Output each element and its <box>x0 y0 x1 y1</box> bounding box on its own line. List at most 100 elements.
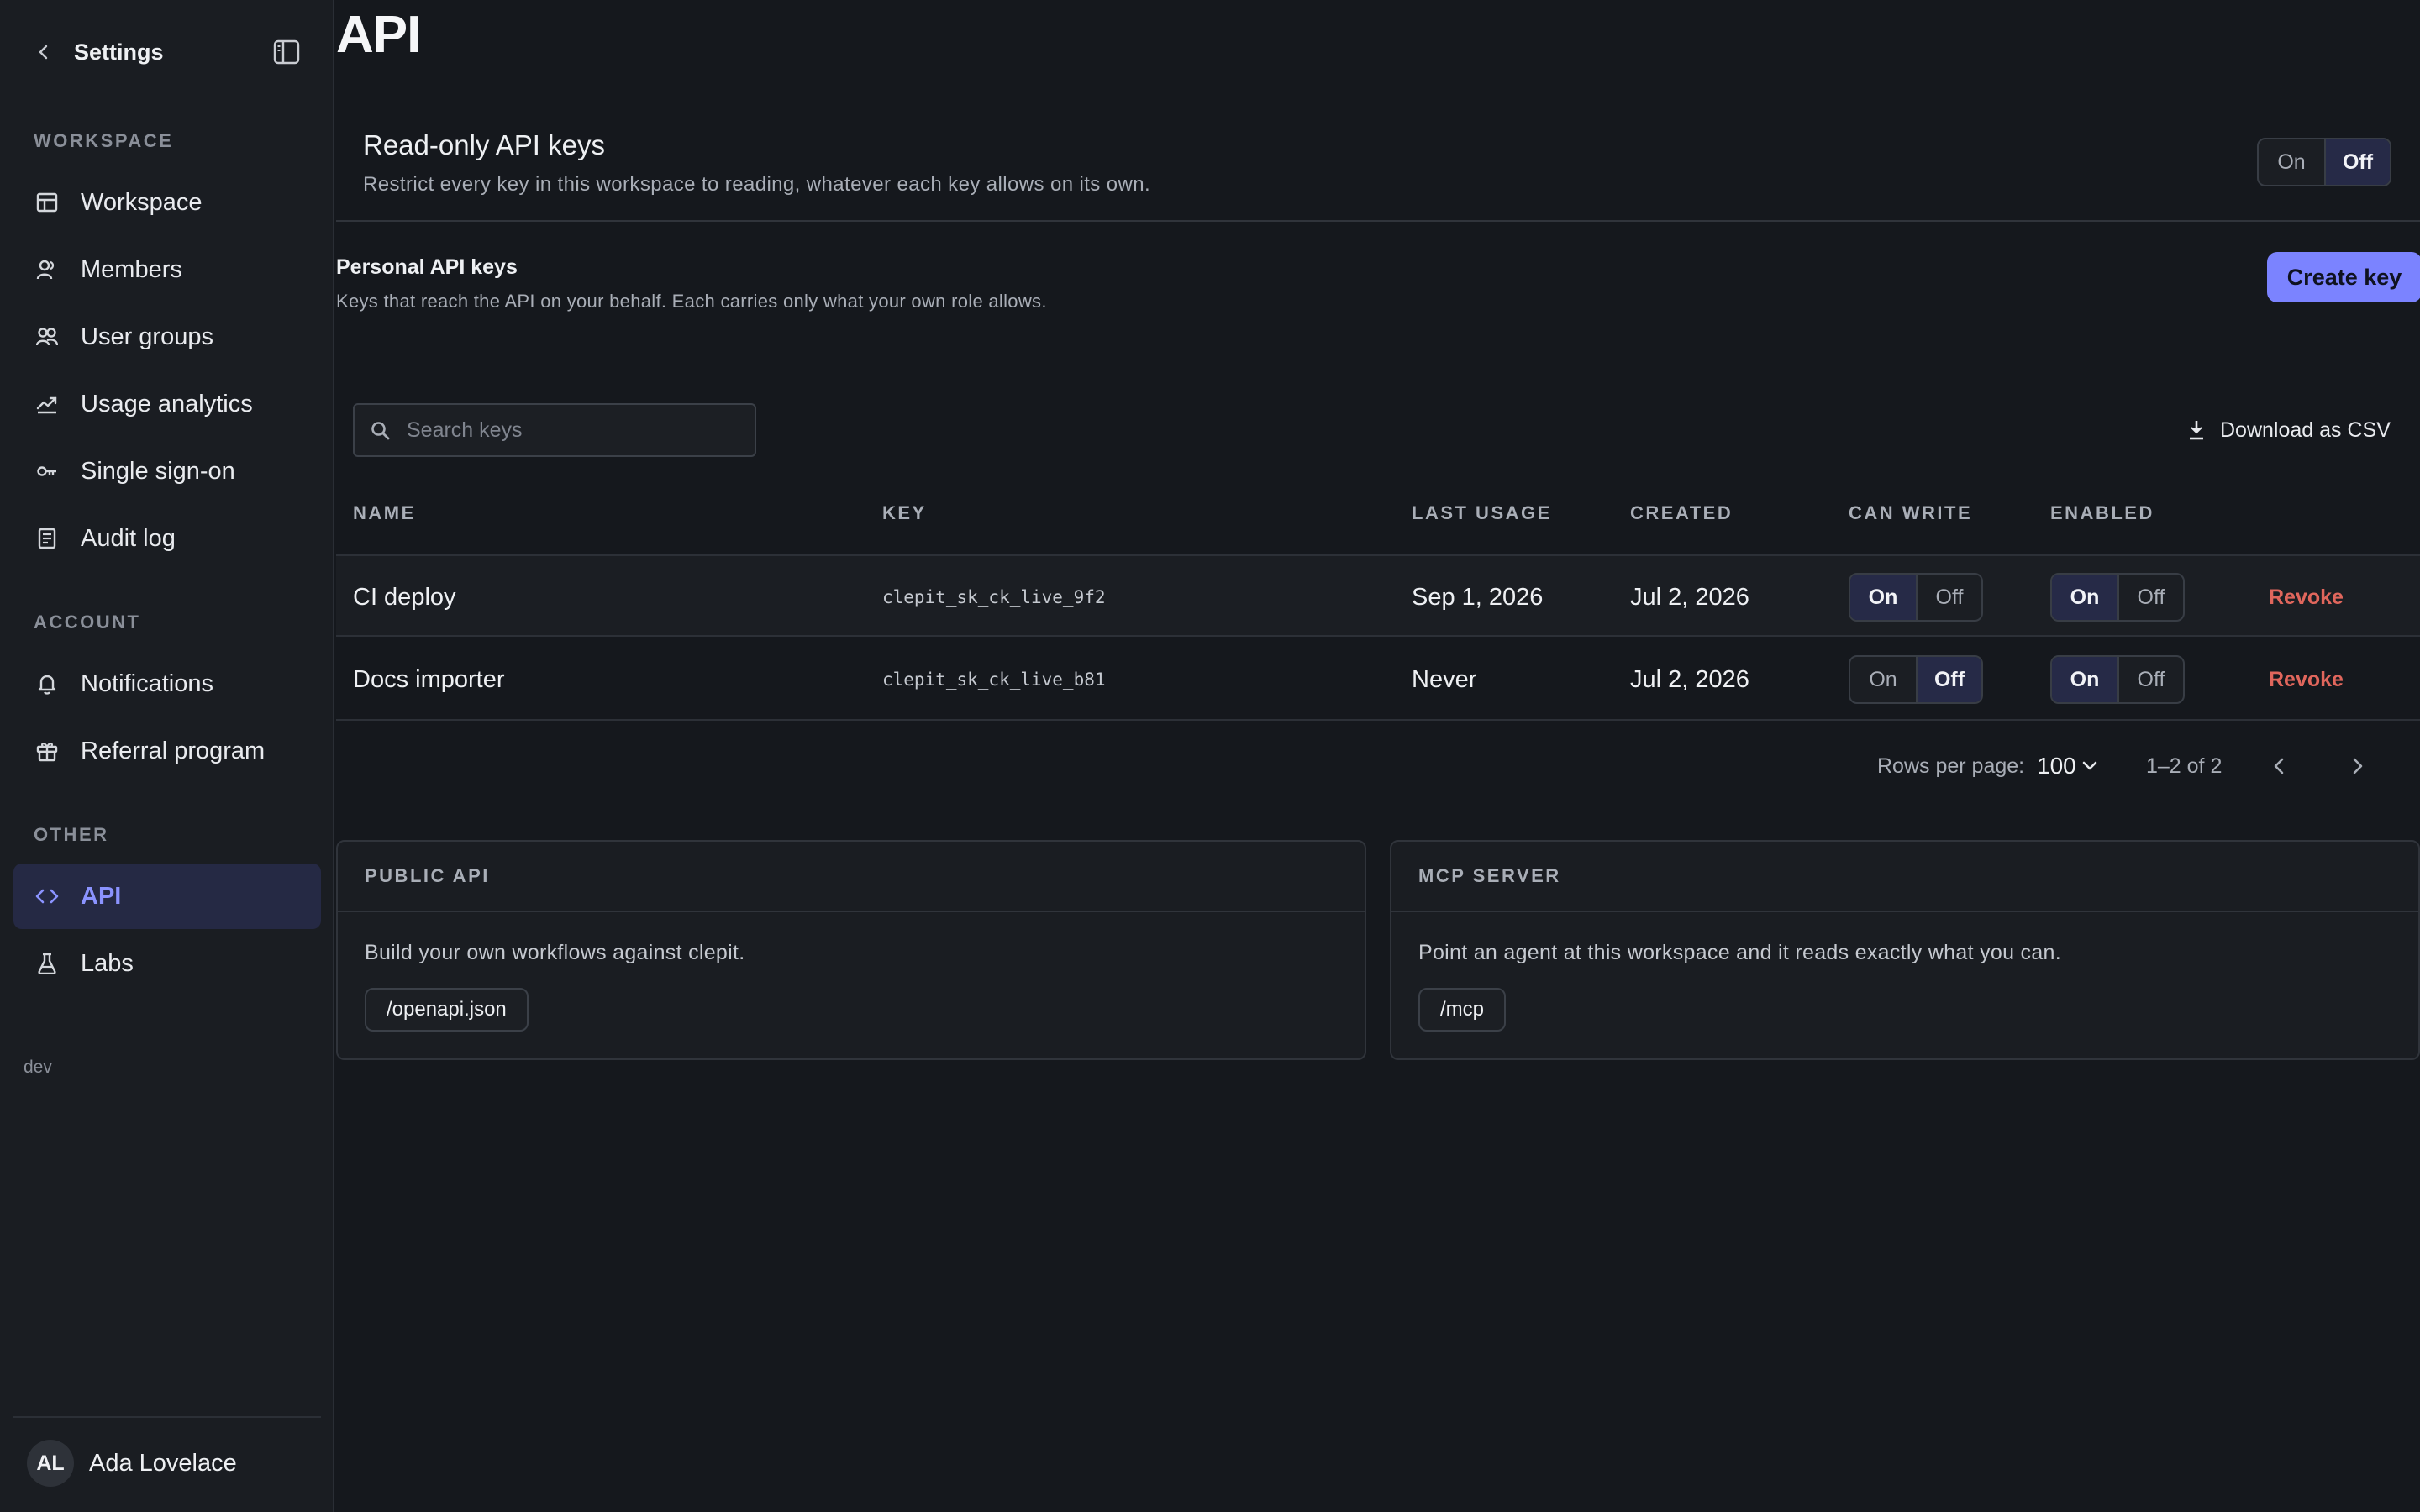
key-name: CI deploy <box>353 583 456 611</box>
openapi-link[interactable]: /openapi.json <box>365 988 529 1032</box>
document-icon <box>35 527 59 550</box>
can-write-toggle[interactable]: On Off <box>1849 655 1983 704</box>
chevron-down-icon[interactable] <box>2082 748 2099 785</box>
table-row: CI deploy clepit_sk_ck_live_9f2 Sep 1, 2… <box>336 554 2420 637</box>
flask-icon <box>35 952 59 975</box>
search-input[interactable] <box>407 405 743 455</box>
sidebar: Settings WORKSPACE Workspace Members Use… <box>0 0 334 1512</box>
main-content: API Read-only API keys Restrict every ke… <box>336 0 2420 1512</box>
sidebar-item-single-sign-on[interactable]: Single sign-on <box>13 438 321 504</box>
avatar: AL <box>27 1440 74 1487</box>
sidebar-item-notifications[interactable]: Notifications <box>13 651 321 717</box>
enabled-off-option[interactable]: Off <box>2118 657 2183 702</box>
sidebar-item-members[interactable]: Members <box>13 237 321 302</box>
code-icon <box>35 885 59 908</box>
layout-icon <box>35 191 59 214</box>
sidebar-item-label: Audit log <box>81 524 176 552</box>
environment-label: dev <box>24 1058 52 1077</box>
revoke-button[interactable]: Revoke <box>2269 638 2344 721</box>
mcp-link[interactable]: /mcp <box>1418 988 1507 1032</box>
readonly-description: Restrict every key in this workspace to … <box>363 173 1151 196</box>
sidebar-item-label: Usage analytics <box>81 390 253 417</box>
column-header-created: CREATED <box>1630 502 1733 523</box>
download-icon <box>2185 418 2208 442</box>
users-icon <box>35 325 59 349</box>
rows-per-page-label: Rows per page: <box>1877 753 2025 778</box>
sidebar-item-referral-program[interactable]: Referral program <box>13 718 321 784</box>
rows-per-page-select[interactable]: 100 <box>2037 748 2076 785</box>
sidebar-item-label: Notifications <box>81 669 213 697</box>
public-api-card: PUBLIC API Build your own workflows agai… <box>336 840 1366 1060</box>
mcp-server-card-title: MCP SERVER <box>1392 842 2418 912</box>
key-created: Jul 2, 2026 <box>1630 583 1749 611</box>
sidebar-item-label: User groups <box>81 323 213 350</box>
sidebar-item-label: API <box>81 882 122 910</box>
user-menu[interactable]: AL Ada Lovelace <box>27 1440 237 1487</box>
user-name: Ada Lovelace <box>89 1449 237 1477</box>
sidebar-item-labs[interactable]: Labs <box>13 931 321 996</box>
pagination-range: 1–2 of 2 <box>2146 753 2223 778</box>
sidebar-toggle-icon[interactable] <box>272 39 301 66</box>
enabled-off-option[interactable]: Off <box>2118 575 2183 620</box>
back-chevron-icon[interactable] <box>34 42 54 62</box>
sidebar-item-label: Members <box>81 255 182 283</box>
can-write-toggle[interactable]: On Off <box>1849 573 1983 622</box>
enabled-toggle[interactable]: On Off <box>2050 573 2185 622</box>
mcp-server-card: MCP SERVER Point an agent at this worksp… <box>1390 840 2420 1060</box>
key-value: clepit_sk_ck_live_9f2 <box>882 587 1106 607</box>
sidebar-item-label: Single sign-on <box>81 457 235 485</box>
key-icon <box>35 459 59 483</box>
can-write-on-option[interactable]: On <box>1850 657 1916 702</box>
column-header-last-usage: LAST USAGE <box>1412 502 1552 523</box>
readonly-off-option[interactable]: Off <box>2324 139 2390 185</box>
key-value: clepit_sk_ck_live_b81 <box>882 669 1106 690</box>
key-last-usage: Sep 1, 2026 <box>1412 583 1544 611</box>
revoke-button[interactable]: Revoke <box>2269 556 2344 638</box>
column-header-key: KEY <box>882 502 927 523</box>
readonly-on-option[interactable]: On <box>2259 139 2324 185</box>
app-window: Settings WORKSPACE Workspace Members Use… <box>0 0 2420 1512</box>
section-workspace: WORKSPACE <box>34 130 174 151</box>
readonly-toggle[interactable]: On Off <box>2257 138 2391 186</box>
trend-icon <box>35 392 59 416</box>
sidebar-item-audit-log[interactable]: Audit log <box>13 506 321 571</box>
gift-icon <box>35 739 59 763</box>
can-write-off-option[interactable]: Off <box>1916 657 1981 702</box>
key-last-usage: Never <box>1412 665 1477 693</box>
download-csv-label: Download as CSV <box>2220 417 2391 442</box>
public-api-card-description: Build your own workflows against clepit. <box>365 941 745 964</box>
readonly-setting: Read-only API keys Restrict every key in… <box>336 118 2420 222</box>
user-icon <box>35 258 59 281</box>
sidebar-item-workspace[interactable]: Workspace <box>13 170 321 235</box>
settings-title[interactable]: Settings <box>74 39 164 66</box>
enabled-on-option[interactable]: On <box>2052 657 2118 702</box>
bell-icon <box>35 672 59 696</box>
page-title: API <box>336 6 421 64</box>
sidebar-divider <box>13 1416 321 1418</box>
sidebar-item-user-groups[interactable]: User groups <box>13 304 321 370</box>
column-header-enabled: ENABLED <box>2050 502 2154 523</box>
sidebar-item-label: Referral program <box>81 737 266 764</box>
personal-keys-description: Keys that reach the API on your behalf. … <box>336 291 1047 312</box>
column-header-can-write: CAN WRITE <box>1849 502 1973 523</box>
key-created: Jul 2, 2026 <box>1630 665 1749 693</box>
mcp-server-card-description: Point an agent at this workspace and it … <box>1418 941 2061 964</box>
enabled-on-option[interactable]: On <box>2052 575 2118 620</box>
search-icon <box>370 420 392 442</box>
can-write-on-option[interactable]: On <box>1850 575 1916 620</box>
public-api-card-title: PUBLIC API <box>338 842 1365 912</box>
sidebar-item-label: Workspace <box>81 188 203 216</box>
section-other: OTHER <box>34 824 109 845</box>
enabled-toggle[interactable]: On Off <box>2050 655 2185 704</box>
sidebar-item-usage-analytics[interactable]: Usage analytics <box>13 371 321 437</box>
previous-page-icon[interactable] <box>2267 748 2291 785</box>
key-name: Docs importer <box>353 665 505 693</box>
create-key-button[interactable]: Create key <box>2267 252 2420 302</box>
can-write-off-option[interactable]: Off <box>1916 575 1981 620</box>
download-csv-button[interactable]: Download as CSV <box>2185 412 2391 449</box>
personal-keys-title: Personal API keys <box>336 255 518 279</box>
search-field[interactable] <box>353 403 756 457</box>
sidebar-item-label: Labs <box>81 949 134 977</box>
next-page-icon[interactable] <box>2346 748 2370 785</box>
sidebar-item-api[interactable]: API <box>13 864 321 929</box>
